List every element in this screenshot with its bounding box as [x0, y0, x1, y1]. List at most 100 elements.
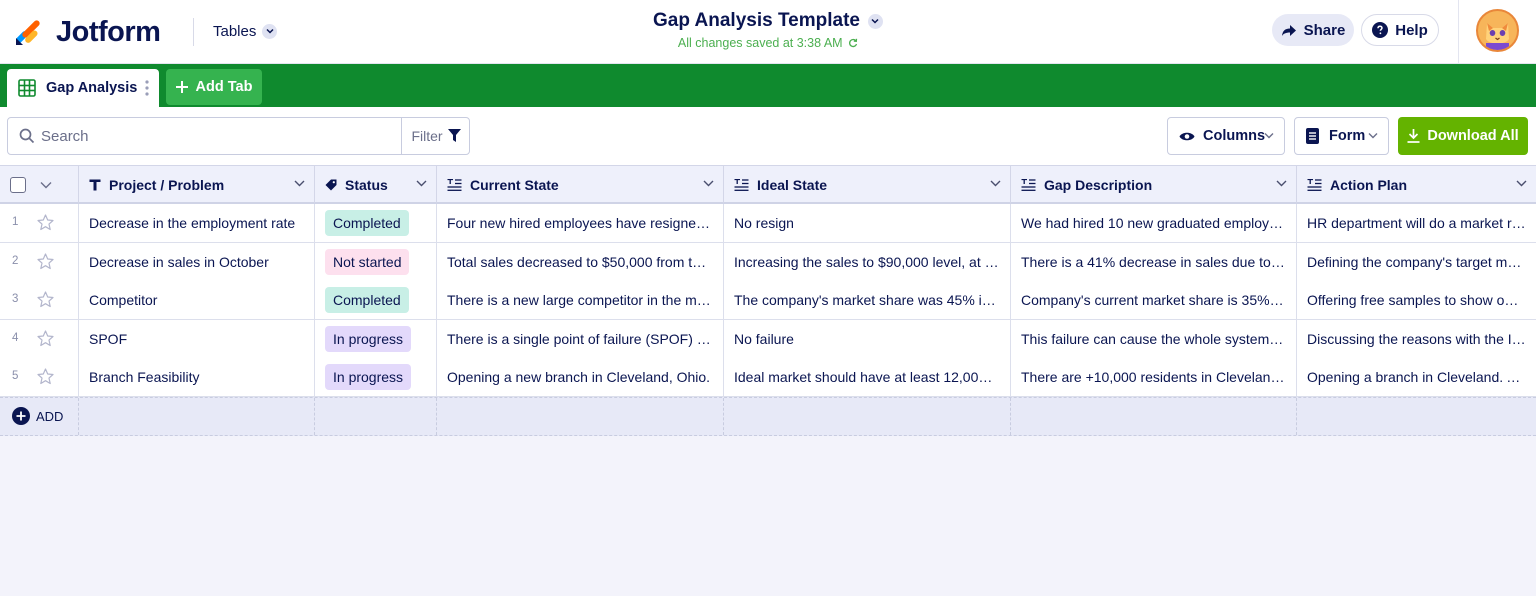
cell-current-state[interactable]: Opening a new branch in Cleveland, Ohio. — [437, 358, 724, 397]
cell-text: There is a 41% decrease in sales due to … — [1021, 253, 1286, 270]
cell-gap-description[interactable]: We had hired 10 new graduated employees … — [1011, 204, 1297, 242]
add-row-label: ADD — [36, 408, 64, 424]
cell-ideal-state[interactable]: The company's market share was 45% in th… — [724, 281, 1011, 320]
select-all-checkbox[interactable] — [10, 177, 26, 193]
toolbar: Filter Columns Form Download All — [0, 107, 1536, 165]
cell-status[interactable]: In progress — [315, 319, 437, 358]
star-icon[interactable] — [37, 368, 54, 390]
column-header-action-plan[interactable]: Action Plan — [1297, 166, 1536, 203]
add-row-button[interactable]: ADD — [12, 407, 63, 425]
cell-gap-description[interactable]: This failure can cause the whole system … — [1011, 319, 1297, 358]
text-type-icon — [89, 179, 101, 191]
chevron-down-icon — [262, 23, 278, 39]
search-input[interactable] — [41, 119, 396, 153]
column-header-current-state[interactable]: Current State — [437, 166, 724, 203]
form-button[interactable]: Form — [1294, 117, 1389, 155]
cell-text: Increasing the sales to $90,000 level, a… — [734, 253, 1000, 270]
column-header-gap-description[interactable]: Gap Description — [1011, 166, 1297, 203]
cell-gap-description[interactable]: Company's current market share is 35%, w… — [1011, 281, 1297, 320]
status-badge: Not started — [325, 248, 410, 275]
column-header-ideal-state[interactable]: Ideal State — [724, 166, 1011, 203]
plus-icon — [175, 81, 188, 93]
cell-text: Opening a new branch in Cleveland, Ohio. — [447, 369, 711, 386]
long-text-icon — [447, 178, 462, 191]
tables-menu[interactable]: Tables — [213, 20, 278, 42]
tab-gap-analysis[interactable]: Gap Analysis — [7, 69, 159, 107]
star-icon[interactable] — [37, 291, 54, 313]
header-divider — [193, 18, 194, 46]
share-button[interactable]: Share — [1272, 14, 1354, 46]
cell-gap-description[interactable]: There are +10,000 residents in Cleveland… — [1011, 358, 1297, 397]
cell-ideal-state[interactable]: Ideal market should have at least 12,000… — [724, 358, 1011, 397]
columns-button[interactable]: Columns — [1167, 117, 1285, 155]
table-row[interactable]: 4 SPOF In progress There is a single point … — [0, 319, 1536, 359]
cell-text: Branch Feasibility — [89, 369, 200, 386]
cell-current-state[interactable]: Four new hired employees have resigned i… — [437, 204, 724, 242]
star-icon[interactable] — [37, 214, 54, 236]
kebab-menu-icon[interactable] — [145, 80, 149, 96]
column-header-label: Gap Description — [1044, 176, 1153, 193]
cell-text: Decrease in the employment rate — [89, 215, 296, 231]
download-all-label: Download All — [1427, 128, 1519, 144]
cell-text: Decrease in sales in October — [89, 253, 269, 270]
cell-status[interactable]: In progress — [315, 358, 437, 397]
cell-project[interactable]: Decrease in sales in October — [79, 242, 315, 281]
jotform-logo[interactable]: Jotform — [14, 16, 161, 48]
column-header-project[interactable]: Project / Problem — [79, 166, 315, 203]
cell-text: Company's current market share is 35%, w… — [1021, 292, 1286, 309]
table-row[interactable]: 1 Decrease in the employment rate Complete… — [0, 204, 1536, 243]
cell-text: Competitor — [89, 292, 158, 309]
help-button[interactable]: Help — [1361, 14, 1439, 46]
chevron-down-icon — [1276, 180, 1287, 187]
funnel-icon — [447, 129, 461, 142]
cell-current-state[interactable]: There is a new large competitor in the m… — [437, 281, 724, 320]
cell-action-plan[interactable]: HR department will do a market research — [1297, 204, 1536, 242]
cell-action-plan[interactable]: Offering free samples to show our qualit… — [1297, 281, 1536, 319]
cat-avatar-icon — [1478, 11, 1517, 50]
table-row[interactable]: 3 Competitor Completed There is a new large… — [0, 281, 1536, 321]
chevron-down-icon[interactable] — [40, 181, 52, 189]
cell-text: There is a single point of failure (SPOF… — [447, 330, 713, 347]
plus-circle-icon — [12, 407, 30, 425]
table-header-row: Project / Problem Status Current State I… — [0, 165, 1536, 204]
cell-action-plan[interactable]: Opening a branch in Cleveland. Alternati… — [1297, 358, 1536, 396]
row-number: 3 — [12, 293, 19, 306]
cell-current-state[interactable]: There is a single point of failure (SPOF… — [437, 319, 724, 358]
filter-button[interactable]: Filter — [401, 118, 470, 154]
table-row[interactable]: 5 Branch Feasibility In progress Opening a … — [0, 358, 1536, 398]
column-header-label: Project / Problem — [109, 176, 225, 193]
document-title-area: Gap Analysis Template All changes saved … — [600, 10, 936, 50]
chevron-down-icon — [1264, 133, 1274, 139]
cell-project[interactable]: Decrease in the employment rate — [79, 204, 315, 242]
star-icon[interactable] — [37, 252, 54, 275]
cell-ideal-state[interactable]: No resign — [724, 204, 1011, 242]
add-tab-button[interactable]: Add Tab — [166, 69, 262, 105]
search-box: Filter — [7, 117, 470, 155]
cell-project[interactable]: Competitor — [79, 281, 315, 320]
cell-ideal-state[interactable]: Increasing the sales to $90,000 level, a… — [724, 242, 1011, 281]
user-avatar[interactable] — [1476, 9, 1519, 52]
document-title[interactable]: Gap Analysis Template — [653, 10, 883, 32]
cell-project[interactable]: Branch Feasibility — [79, 358, 315, 397]
download-all-button[interactable]: Download All — [1398, 117, 1528, 155]
cell-status[interactable]: Completed — [315, 281, 437, 320]
tables-menu-label: Tables — [213, 22, 257, 40]
filter-label: Filter — [411, 128, 443, 144]
cell-text: SPOF — [89, 330, 128, 347]
cell-text: This failure can cause the whole system … — [1021, 330, 1286, 347]
cell-status[interactable]: Not started — [315, 242, 437, 281]
cell-current-state[interactable]: Total sales decreased to $50,000 from th… — [437, 242, 724, 281]
cell-gap-description[interactable]: There is a 41% decrease in sales due to … — [1011, 242, 1297, 281]
cell-action-plan[interactable]: Discussing the reasons with the IT depar… — [1297, 320, 1536, 358]
add-row-cell — [1011, 398, 1297, 435]
cell-project[interactable]: SPOF — [79, 319, 315, 358]
eye-icon — [1179, 132, 1195, 140]
table-row[interactable]: 2 Decrease in sales in October Not started… — [0, 242, 1536, 282]
column-header-status[interactable]: Status — [315, 166, 437, 203]
star-icon[interactable] — [37, 330, 54, 352]
cell-status[interactable]: Completed — [315, 204, 437, 242]
add-row: ADD — [0, 397, 1536, 436]
cell-action-plan[interactable]: Defining the company's target market aga… — [1297, 243, 1536, 281]
search-icon — [19, 128, 35, 144]
cell-ideal-state[interactable]: No failure — [724, 319, 1011, 358]
